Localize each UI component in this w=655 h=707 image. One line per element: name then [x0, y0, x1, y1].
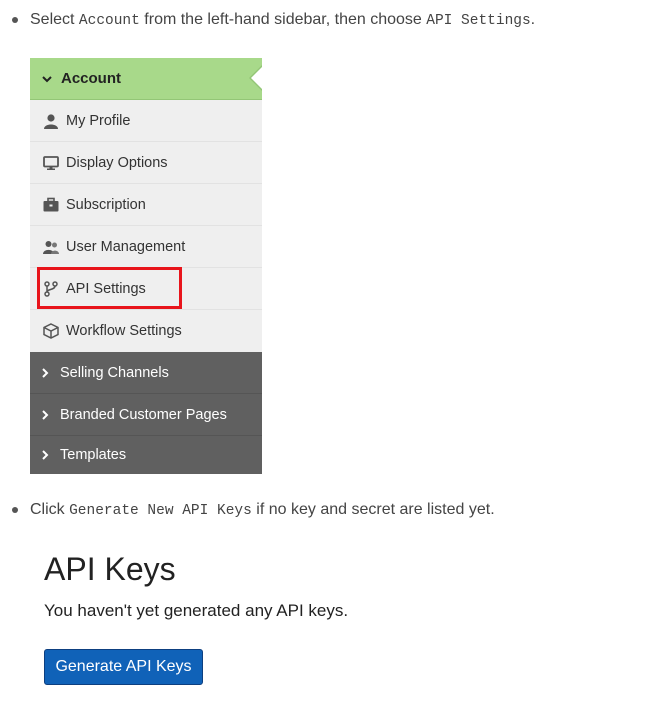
sidebar-item-workflow-settings[interactable]: Workflow Settings [30, 310, 262, 351]
sidebar-section-label: Branded Customer Pages [60, 406, 227, 423]
sidebar-item-my-profile[interactable]: My Profile [30, 100, 262, 142]
instruction-1: Select Account from the left-hand sideba… [30, 10, 535, 31]
chevron-right-icon [42, 409, 49, 420]
instruction-1-pre: Select [30, 11, 79, 28]
instruction-2: Click Generate New API Keys if no key an… [30, 500, 495, 521]
sidebar-section-branded-customer-pages[interactable]: Branded Customer Pages [30, 394, 262, 436]
user-icon [42, 112, 60, 130]
sidebar-item-label: Display Options [66, 154, 168, 171]
sidebar-header-label: Account [61, 70, 121, 87]
instruction-2-code-generate: Generate New API Keys [69, 503, 252, 519]
sidebar-screenshot: Account My Profile Display Options Subsc… [30, 58, 262, 474]
sidebar-section-selling-channels[interactable]: Selling Channels [30, 352, 262, 394]
instruction-1-code-account: Account [78, 13, 140, 29]
api-keys-title: API Keys [44, 551, 176, 587]
monitor-icon [42, 154, 60, 172]
sidebar-item-subscription[interactable]: Subscription [30, 184, 262, 226]
api-keys-description: You haven't yet generated any API keys. [44, 601, 349, 620]
bullet-2 [12, 507, 18, 513]
sidebar-item-user-management[interactable]: User Management [30, 226, 262, 268]
users-icon [42, 238, 60, 256]
sidebar-item-label: My Profile [66, 112, 131, 129]
instruction-1-code-api-settings: API Settings [426, 13, 531, 29]
chevron-right-icon [42, 367, 49, 378]
instruction-2-post: if no key and secret are listed yet. [251, 501, 495, 518]
instruction-1-mid: from the left-hand sidebar, then choose [139, 11, 427, 28]
chevron-right-icon [42, 450, 49, 460]
sidebar-item-label: Workflow Settings [66, 322, 182, 339]
generate-api-keys-button[interactable]: Generate API Keys [44, 649, 203, 685]
sidebar-item-display-options[interactable]: Display Options [30, 142, 262, 184]
sidebar-section-templates[interactable]: Templates [30, 436, 262, 474]
bullet-1 [12, 17, 18, 23]
sidebar-header-account[interactable]: Account [30, 58, 262, 100]
chevron-down-icon [42, 75, 52, 82]
sidebar-item-label: Subscription [66, 196, 146, 213]
sidebar-section-label: Selling Channels [60, 364, 169, 381]
briefcase-icon [42, 196, 60, 214]
cube-icon [42, 322, 60, 340]
instruction-1-post: . [530, 11, 536, 28]
sidebar-section-label: Templates [60, 447, 127, 463]
instruction-2-pre: Click [30, 501, 70, 518]
highlight-box-api-settings [37, 267, 182, 309]
sidebar-item-label: User Management [66, 238, 186, 255]
